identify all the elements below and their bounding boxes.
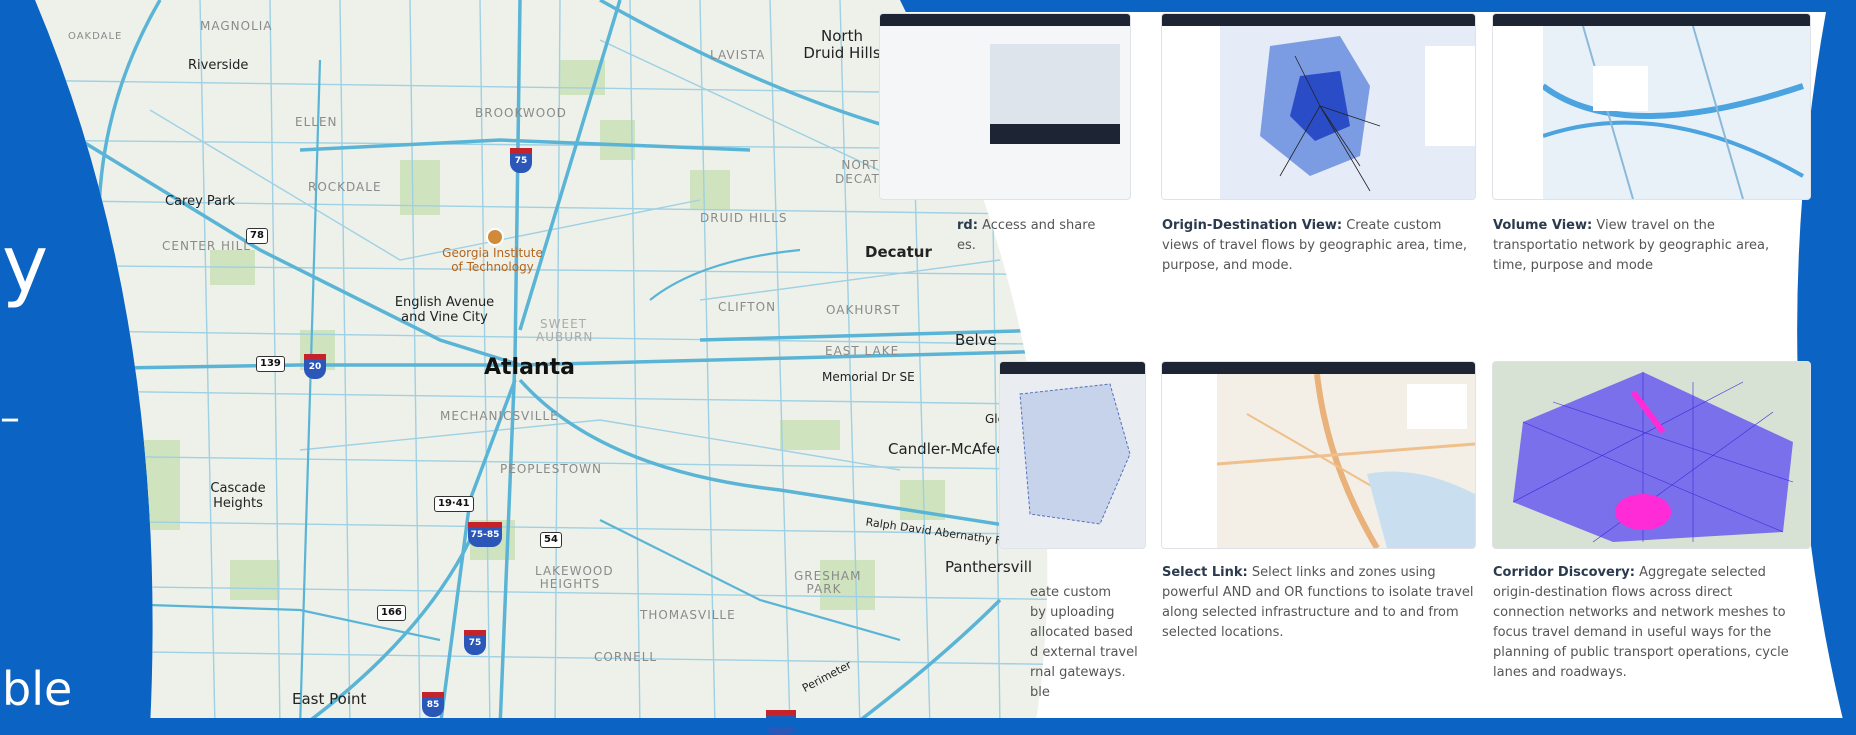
map-label-magnolia: MAGNOLIA bbox=[200, 19, 273, 33]
map-label-oakhurst: OAKHURST bbox=[826, 303, 901, 317]
university-pin-icon bbox=[486, 228, 504, 246]
map-label-lavista: LAVISTA bbox=[710, 48, 766, 62]
feature-origin-destination: Origin-Destination View: Create custom v… bbox=[1162, 216, 1480, 276]
map-label-north-druid-hills: North Druid Hills bbox=[803, 27, 881, 62]
map-label-memorial-dr: Memorial Dr SE bbox=[822, 370, 915, 384]
map-label-mechanicsville: MECHANICSVILLE bbox=[440, 409, 559, 423]
map-label-brookwood: BROOKWOOD bbox=[475, 106, 567, 120]
route-shield-139: 139 bbox=[256, 356, 285, 372]
bottom-strip bbox=[0, 718, 1856, 728]
thumbnail-custom-zones bbox=[1000, 362, 1145, 548]
route-shield-166: 166 bbox=[377, 605, 406, 621]
feature-select-link-title: Select Link: bbox=[1162, 565, 1248, 580]
interstate-shield-85: 85 bbox=[422, 692, 444, 717]
map-label-carey-park: Carey Park bbox=[165, 194, 236, 209]
map-label-clifton: CLIFTON bbox=[718, 300, 777, 314]
map-label-east-point: East Point bbox=[292, 690, 367, 708]
route-shield-54: 54 bbox=[540, 532, 562, 548]
feature-dashboard-text2: es. bbox=[957, 238, 976, 253]
interstate-shield-75-north: 75 bbox=[510, 148, 532, 173]
map-label-english-avenue: English Avenue and Vine City bbox=[394, 295, 495, 325]
feature-od-title: Origin-Destination View: bbox=[1162, 218, 1343, 233]
map-label-lakewood-heights: LAKEWOOD HEIGHTS bbox=[535, 564, 614, 591]
interstate-shield-75-85: 75-85 bbox=[468, 522, 502, 547]
map-label-atlanta: Atlanta bbox=[484, 355, 575, 380]
feature-custom-zones-text: eate custom by uploading allocated based… bbox=[1030, 585, 1138, 700]
map-label-gresham-park: GRESHAM PARK bbox=[794, 569, 862, 596]
feature-corridor-text: Aggregate selected origin-destination fl… bbox=[1493, 565, 1789, 680]
thumbnail-origin-destination bbox=[1162, 14, 1475, 199]
map-label-decatur: Decatur bbox=[865, 243, 932, 261]
map-label-cascade-heights: Cascade Heights bbox=[210, 481, 266, 511]
map-label-sweet-auburn: SWEET AUBURN bbox=[536, 317, 594, 344]
map-label-center-hill: CENTER HILL bbox=[162, 239, 251, 253]
interstate-shield-20: 20 bbox=[304, 354, 326, 379]
feature-dashboard: rd: Access and share es. bbox=[957, 216, 1147, 256]
map-label-riverside: Riverside bbox=[188, 58, 249, 73]
feature-corridor-title: Corridor Discovery: bbox=[1493, 565, 1635, 580]
feature-volume-title: Volume View: bbox=[1493, 218, 1593, 233]
map-label-belvedere: Belve bbox=[955, 331, 997, 349]
map-label-rockdale: ROCKDALE bbox=[308, 180, 382, 194]
map-label-druid-hills: DRUID HILLS bbox=[700, 211, 788, 225]
feature-select-link: Select Link: Select links and zones usin… bbox=[1162, 563, 1480, 643]
map-label-candler-mcafee: Candler-McAfee bbox=[888, 440, 1006, 458]
route-shield-19-41: 19·41 bbox=[434, 496, 474, 512]
map-label-ellen: ELLEN bbox=[295, 115, 338, 129]
thumbnail-select-link bbox=[1162, 362, 1475, 548]
feature-custom-zones: eate custom by uploading allocated based… bbox=[1030, 563, 1160, 703]
map-label-east-lake: EAST LAKE bbox=[825, 344, 900, 358]
feature-volume: Volume View: View travel on the transpor… bbox=[1493, 216, 1798, 276]
feature-dashboard-title: rd: bbox=[957, 218, 978, 233]
feature-dashboard-text: Access and share bbox=[982, 218, 1096, 233]
map-label-peoplestown: PEOPLESTOWN bbox=[500, 462, 603, 476]
map-label-oakdale: OAKDALE bbox=[68, 31, 123, 42]
map-label-georgia-tech: Georgia Institute of Technology bbox=[442, 246, 543, 274]
thumbnail-volume bbox=[1493, 14, 1810, 199]
thumbnail-dashboard bbox=[880, 14, 1130, 199]
interstate-shield-75-south: 75 bbox=[464, 630, 486, 655]
map-label-cornell: CORNELL bbox=[594, 650, 658, 664]
map-label-panthersville: Panthersvill bbox=[945, 558, 1033, 576]
feature-corridor-discovery: Corridor Discovery: Aggregate selected o… bbox=[1493, 563, 1808, 683]
map-label-thomasville: THOMASVILLE bbox=[640, 608, 736, 622]
thumbnail-corridor-discovery bbox=[1493, 362, 1810, 548]
route-shield-78: 78 bbox=[246, 228, 268, 244]
